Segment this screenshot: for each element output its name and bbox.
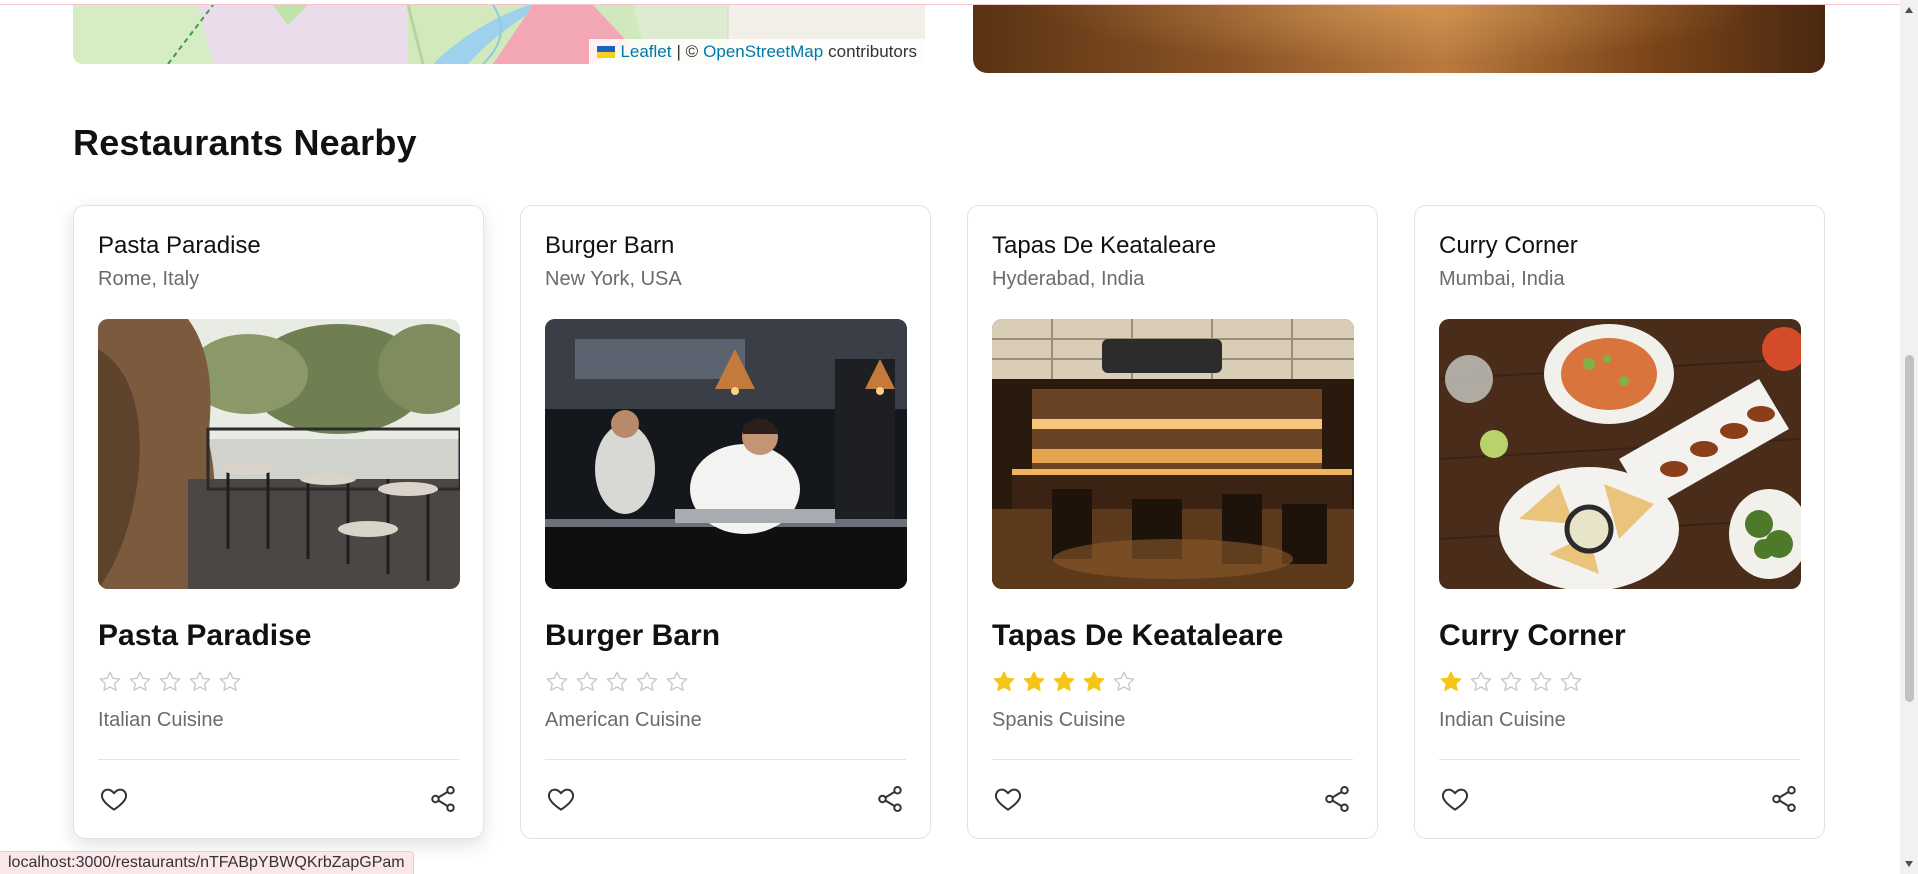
star-empty-icon[interactable] <box>575 670 599 694</box>
star-empty-icon[interactable] <box>1529 670 1553 694</box>
card-location: New York, USA <box>545 268 682 290</box>
status-bar-url: localhost:3000/restaurants/nTFABpYBWQKrb… <box>0 851 414 874</box>
scroll-up-arrow-icon[interactable] <box>1904 6 1914 14</box>
star-filled-icon[interactable] <box>1052 670 1076 694</box>
card-divider <box>1439 759 1800 760</box>
star-rating[interactable] <box>1439 669 1800 695</box>
heart-icon[interactable] <box>98 783 130 815</box>
card-actions <box>98 783 459 815</box>
attribution-separator: | © <box>676 41 699 61</box>
page-scrollbar[interactable] <box>1900 0 1918 874</box>
openstreetmap-link[interactable]: OpenStreetMap <box>703 42 823 62</box>
cuisine-label: Indian Cuisine <box>1439 709 1566 731</box>
restaurant-card[interactable]: Pasta Paradise Rome, Italy Pasta Paradis… <box>73 205 484 839</box>
share-icon[interactable] <box>1768 783 1800 815</box>
card-header-name: Pasta Paradise <box>98 232 261 259</box>
cuisine-label: Italian Cuisine <box>98 709 224 731</box>
star-empty-icon[interactable] <box>605 670 629 694</box>
star-empty-icon[interactable] <box>1499 670 1523 694</box>
card-header-name: Burger Barn <box>545 232 675 259</box>
star-empty-icon[interactable] <box>545 670 569 694</box>
star-empty-icon[interactable] <box>665 670 689 694</box>
restaurant-title[interactable]: Curry Corner <box>1439 619 1800 653</box>
star-filled-icon[interactable] <box>1022 670 1046 694</box>
card-header-name: Curry Corner <box>1439 232 1578 259</box>
card-location: Mumbai, India <box>1439 268 1565 290</box>
outdoor-terrace-photo[interactable] <box>98 319 460 589</box>
restaurant-card[interactable]: Tapas De Keataleare Hyderabad, India Tap… <box>967 205 1378 839</box>
share-icon[interactable] <box>1321 783 1353 815</box>
heart-icon[interactable] <box>1439 783 1471 815</box>
star-empty-icon[interactable] <box>1469 670 1493 694</box>
cuisine-label: Spanis Cuisine <box>992 709 1126 731</box>
star-rating[interactable] <box>98 669 459 695</box>
heart-icon[interactable] <box>545 783 577 815</box>
map-attribution: Leaflet | © OpenStreetMap contributors <box>589 39 925 64</box>
star-empty-icon[interactable] <box>158 670 182 694</box>
ukraine-flag-icon <box>597 45 616 58</box>
star-rating[interactable] <box>545 669 906 695</box>
restaurant-hero-image <box>973 5 1825 73</box>
restaurant-card[interactable]: Burger Barn New York, USA Burger Barn Am… <box>520 205 931 839</box>
star-filled-icon[interactable] <box>992 670 1016 694</box>
section-title: Restaurants Nearby <box>73 122 417 163</box>
star-filled-icon[interactable] <box>1082 670 1106 694</box>
heart-icon[interactable] <box>992 783 1024 815</box>
card-divider <box>992 759 1353 760</box>
map-view[interactable]: Leaflet | © OpenStreetMap contributors <box>73 5 925 64</box>
attribution-contributors: contributors <box>828 41 917 61</box>
star-empty-icon[interactable] <box>1112 670 1136 694</box>
star-empty-icon[interactable] <box>98 670 122 694</box>
scroll-down-arrow-icon[interactable] <box>1904 860 1914 868</box>
star-filled-icon[interactable] <box>1439 670 1463 694</box>
star-empty-icon[interactable] <box>128 670 152 694</box>
star-empty-icon[interactable] <box>188 670 212 694</box>
chef-kitchen-photo[interactable] <box>545 319 907 589</box>
card-header-name: Tapas De Keataleare <box>992 232 1217 259</box>
card-location: Hyderabad, India <box>992 268 1145 290</box>
bar-interior-photo[interactable] <box>992 319 1354 589</box>
card-location: Rome, Italy <box>98 268 200 290</box>
restaurant-title[interactable]: Tapas De Keataleare <box>992 619 1353 653</box>
card-divider <box>545 759 906 760</box>
restaurant-list: Pasta Paradise Rome, Italy Pasta Paradis… <box>73 205 1825 839</box>
star-rating[interactable] <box>992 669 1353 695</box>
share-icon[interactable] <box>427 783 459 815</box>
star-empty-icon[interactable] <box>218 670 242 694</box>
restaurant-card[interactable]: Curry Corner Mumbai, India Curry Corner … <box>1414 205 1825 839</box>
card-actions <box>992 783 1353 815</box>
restaurant-title[interactable]: Pasta Paradise <box>98 619 459 653</box>
star-empty-icon[interactable] <box>1559 670 1583 694</box>
share-icon[interactable] <box>874 783 906 815</box>
card-actions <box>545 783 906 815</box>
scrollbar-thumb[interactable] <box>1905 355 1914 702</box>
cuisine-label: American Cuisine <box>545 709 702 731</box>
food-spread-photo[interactable] <box>1439 319 1801 589</box>
star-empty-icon[interactable] <box>635 670 659 694</box>
card-divider <box>98 759 459 760</box>
leaflet-link[interactable]: Leaflet <box>620 42 671 62</box>
restaurant-title[interactable]: Burger Barn <box>545 619 906 653</box>
card-actions <box>1439 783 1800 815</box>
